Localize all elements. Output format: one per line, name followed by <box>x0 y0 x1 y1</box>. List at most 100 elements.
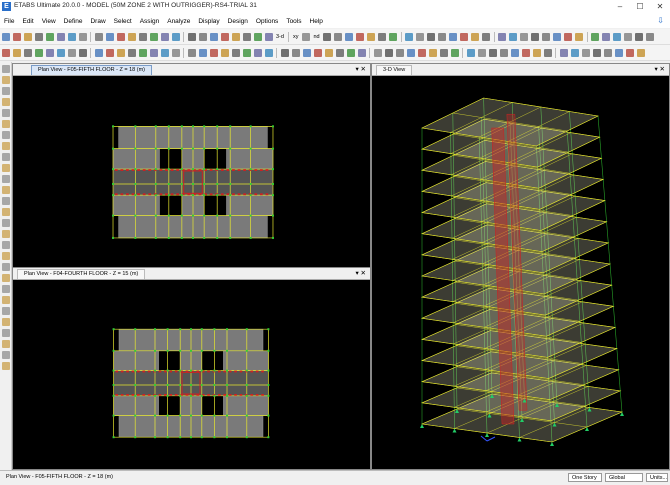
plan-view-tab-top[interactable]: Plan View - F05-FIFTH FLOOR - Z = 18 (m) <box>31 65 153 75</box>
3d-view-panel[interactable]: 3-D View ▾ ✕ <box>371 63 670 470</box>
close-window-button[interactable]: ✕ <box>650 0 670 14</box>
plan-view-panel-top[interactable]: Plan View - F05-FIFTH FLOOR - Z = 18 (m)… <box>12 63 371 268</box>
toolbar-tool-icon[interactable] <box>231 32 240 41</box>
side-tool-icon[interactable] <box>1 329 10 337</box>
toolbar-tool-icon[interactable] <box>438 32 447 41</box>
toolbar-tool-icon[interactable] <box>417 48 426 57</box>
toolbar-tool-icon[interactable] <box>12 48 21 57</box>
menu-edit[interactable]: Edit <box>18 18 37 25</box>
toolbar-tool-icon[interactable] <box>466 48 475 57</box>
toolbar-tool-icon[interactable] <box>280 48 289 57</box>
story-dropdown[interactable]: One Story <box>568 473 602 482</box>
toolbar-tool-icon[interactable] <box>264 32 273 41</box>
side-tool-icon[interactable] <box>1 164 10 172</box>
side-tool-icon[interactable] <box>1 87 10 95</box>
toolbar-tool-icon[interactable] <box>471 32 480 41</box>
toolbar-tool-icon[interactable] <box>34 48 43 57</box>
panel-close-button[interactable]: ✕ <box>361 270 366 277</box>
side-tool-icon[interactable] <box>1 241 10 249</box>
toolbar-tool-icon[interactable] <box>406 48 415 57</box>
toolbar-tool-icon[interactable] <box>346 48 355 57</box>
side-tool-icon[interactable] <box>1 362 10 370</box>
side-tool-icon[interactable] <box>1 230 10 238</box>
menu-help[interactable]: Help <box>306 18 327 25</box>
toolbar-tool-icon[interactable] <box>395 48 404 57</box>
toolbar-tool-icon[interactable] <box>334 32 343 41</box>
menu-design[interactable]: Design <box>224 18 252 25</box>
toolbar-tool-icon[interactable] <box>345 32 354 41</box>
toolbar-tool-icon[interactable] <box>1 32 10 41</box>
plan-drawing-top[interactable] <box>13 76 370 267</box>
toolbar-tool-icon[interactable] <box>367 32 376 41</box>
side-tool-icon[interactable] <box>1 296 10 304</box>
3d-view-label[interactable]: 3-d <box>276 34 284 40</box>
toolbar-tool-icon[interactable] <box>138 48 147 57</box>
arrow-down-icon[interactable]: ⇩ <box>657 16 664 25</box>
side-tool-icon[interactable] <box>1 340 10 348</box>
toolbar-tool-icon[interactable] <box>636 48 645 57</box>
toolbar-tool-icon[interactable] <box>198 32 207 41</box>
side-tool-icon[interactable] <box>1 285 10 293</box>
toolbar-tool-icon[interactable] <box>1 48 10 57</box>
toolbar-tool-icon[interactable] <box>56 48 65 57</box>
toolbar-tool-icon[interactable] <box>171 32 180 41</box>
units-button[interactable]: Units... <box>646 473 668 482</box>
side-tool-icon[interactable] <box>1 307 10 315</box>
toolbar-tool-icon[interactable] <box>570 48 579 57</box>
toolbar-tool-icon[interactable] <box>357 48 366 57</box>
toolbar-tool-icon[interactable] <box>482 32 491 41</box>
menu-select[interactable]: Select <box>110 18 136 25</box>
panel-pin-icon[interactable]: ▾ <box>355 270 358 277</box>
toolbar-tool-icon[interactable] <box>105 48 114 57</box>
side-tool-icon[interactable] <box>1 98 10 106</box>
side-tool-icon[interactable] <box>1 120 10 128</box>
toolbar-tool-icon[interactable] <box>427 32 436 41</box>
menu-display[interactable]: Display <box>194 18 223 25</box>
toolbar-tool-icon[interactable] <box>160 32 169 41</box>
toolbar-tool-icon[interactable] <box>242 48 251 57</box>
toolbar-tool-icon[interactable] <box>116 32 125 41</box>
side-tool-icon[interactable] <box>1 131 10 139</box>
toolbar-tool-icon[interactable] <box>498 32 507 41</box>
toolbar-tool-icon[interactable] <box>509 32 518 41</box>
toolbar-tool-icon[interactable] <box>416 32 425 41</box>
toolbar-tool-icon[interactable] <box>187 48 196 57</box>
toolbar-tool-icon[interactable] <box>220 48 229 57</box>
toolbar-tool-icon[interactable] <box>378 32 387 41</box>
toolbar-tool-icon[interactable] <box>542 32 551 41</box>
toolbar-tool-icon[interactable] <box>160 48 169 57</box>
toolbar-tool-icon[interactable] <box>242 32 251 41</box>
toolbar-tool-icon[interactable] <box>291 48 300 57</box>
toolbar-tool-icon[interactable] <box>389 32 398 41</box>
toolbar-tool-icon[interactable] <box>45 48 54 57</box>
toolbar-tool-icon[interactable] <box>450 48 459 57</box>
side-tool-icon[interactable] <box>1 252 10 260</box>
toolbar-tool-icon[interactable] <box>253 32 262 41</box>
toolbar-tool-icon[interactable] <box>625 48 634 57</box>
toolbar-tool-icon[interactable] <box>373 48 382 57</box>
toolbar-tool-icon[interactable] <box>553 32 562 41</box>
toolbar-tool-icon[interactable] <box>510 48 519 57</box>
side-tool-icon[interactable] <box>1 351 10 359</box>
toolbar-tool-icon[interactable] <box>439 48 448 57</box>
toolbar-tool-icon[interactable] <box>532 48 541 57</box>
toolbar-tool-icon[interactable] <box>405 32 414 41</box>
side-tool-icon[interactable] <box>1 318 10 326</box>
toolbar-tool-icon[interactable] <box>231 48 240 57</box>
toolbar-tool-icon[interactable] <box>460 32 469 41</box>
toolbar-tool-icon[interactable] <box>591 32 600 41</box>
toolbar-tool-icon[interactable] <box>94 32 103 41</box>
side-tool-icon[interactable] <box>1 175 10 183</box>
menu-analyze[interactable]: Analyze <box>163 18 194 25</box>
toolbar-tool-icon[interactable] <box>149 48 158 57</box>
side-tool-icon[interactable] <box>1 274 10 282</box>
toolbar-tool-icon[interactable] <box>301 32 310 41</box>
side-tool-icon[interactable] <box>1 142 10 150</box>
toolbar-tool-icon[interactable] <box>477 48 486 57</box>
menu-draw[interactable]: Draw <box>86 18 109 25</box>
menu-options[interactable]: Options <box>252 18 282 25</box>
panel-pin-icon[interactable]: ▾ <box>654 66 657 73</box>
toolbar-tool-icon[interactable] <box>302 48 311 57</box>
side-tool-icon[interactable] <box>1 263 10 271</box>
side-tool-icon[interactable] <box>1 186 10 194</box>
